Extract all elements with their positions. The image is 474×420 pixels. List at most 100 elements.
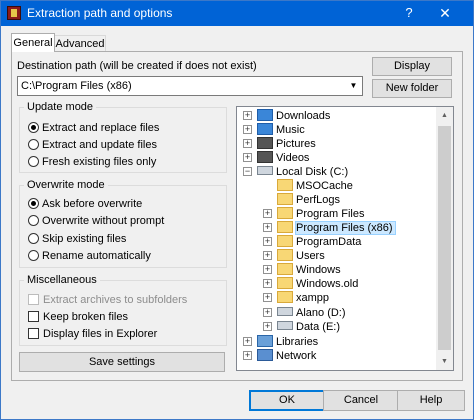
update-mode-title: Update mode bbox=[24, 101, 97, 114]
update-mode-group: Update mode Extract and replace files Ex… bbox=[19, 101, 227, 173]
cancel-button[interactable]: Cancel bbox=[323, 390, 399, 411]
expand-icon[interactable]: + bbox=[263, 223, 272, 232]
tree-item-program-files-x86[interactable]: + Program Files (x86) bbox=[263, 221, 396, 235]
tree-item-xampp[interactable]: + xampp bbox=[263, 291, 329, 305]
radio-overwrite-without-prompt[interactable]: Overwrite without prompt bbox=[28, 213, 164, 229]
help-button[interactable]: Help bbox=[397, 390, 465, 411]
expand-icon[interactable]: + bbox=[263, 322, 272, 331]
tab-advanced[interactable]: Advanced bbox=[54, 35, 106, 51]
tree-item-users[interactable]: + Users bbox=[263, 249, 325, 263]
scroll-down-icon[interactable]: ▼ bbox=[436, 353, 453, 370]
tree-item-local-disk-c[interactable]: − Local Disk (C:) bbox=[243, 165, 348, 179]
radio-extract-and-replace[interactable]: Extract and replace files bbox=[28, 120, 159, 136]
destination-path-label: Destination path (will be created if doe… bbox=[17, 60, 257, 72]
folder-icon bbox=[277, 249, 293, 261]
scrollbar-thumb[interactable] bbox=[438, 126, 451, 350]
tree-item-music[interactable]: + Music bbox=[243, 123, 305, 137]
expand-icon[interactable]: + bbox=[263, 279, 272, 288]
tree-scrollbar[interactable]: ▲ ▼ bbox=[436, 107, 453, 370]
radio-icon[interactable] bbox=[28, 215, 39, 226]
expand-icon[interactable]: + bbox=[263, 237, 272, 246]
checkbox-icon[interactable] bbox=[28, 294, 39, 305]
folder-icon bbox=[277, 193, 293, 205]
tree-item-pictures[interactable]: + Pictures bbox=[243, 137, 316, 151]
expand-icon[interactable]: + bbox=[263, 209, 272, 218]
radio-icon[interactable] bbox=[28, 233, 39, 244]
expand-icon[interactable]: + bbox=[243, 153, 252, 162]
drive-icon bbox=[277, 321, 293, 330]
radio-skip-existing[interactable]: Skip existing files bbox=[28, 231, 126, 247]
help-title-button[interactable]: ? bbox=[397, 3, 421, 23]
checkbox-display-in-explorer[interactable]: Display files in Explorer bbox=[28, 326, 157, 342]
expand-icon[interactable]: + bbox=[243, 337, 252, 346]
tree-item-libraries[interactable]: + Libraries bbox=[243, 335, 318, 349]
network-icon bbox=[257, 349, 273, 361]
destination-path-value[interactable]: C:\Program Files (x86) bbox=[21, 80, 132, 92]
drive-icon bbox=[257, 166, 273, 175]
winrar-app-icon bbox=[7, 6, 21, 20]
selected-tree-label: Program Files (x86) bbox=[295, 221, 396, 235]
tree-item-windows[interactable]: + Windows bbox=[263, 263, 341, 277]
radio-icon[interactable] bbox=[28, 250, 39, 261]
tab-general[interactable]: General bbox=[11, 33, 55, 52]
tree-item-network[interactable]: + Network bbox=[243, 349, 316, 363]
checkbox-icon[interactable] bbox=[28, 328, 39, 339]
radio-fresh-existing[interactable]: Fresh existing files only bbox=[28, 154, 156, 170]
expand-icon[interactable]: + bbox=[243, 111, 252, 120]
expand-icon[interactable]: + bbox=[243, 139, 252, 148]
new-folder-button[interactable]: New folder bbox=[372, 79, 452, 98]
display-button[interactable]: Display bbox=[372, 57, 452, 76]
window-title: Extraction path and options bbox=[27, 6, 173, 20]
collapse-icon[interactable]: − bbox=[243, 167, 252, 176]
checkbox-icon[interactable] bbox=[28, 311, 39, 322]
radio-ask-before-overwrite[interactable]: Ask before overwrite bbox=[28, 196, 142, 212]
tree-item-videos[interactable]: + Videos bbox=[243, 151, 309, 165]
chevron-down-icon[interactable]: ▼ bbox=[345, 77, 362, 95]
title-bar: Extraction path and options ? ✕ bbox=[1, 1, 473, 26]
tree-item-windows-old[interactable]: + Windows.old bbox=[263, 277, 358, 291]
expand-icon[interactable]: + bbox=[263, 265, 272, 274]
folder-icon bbox=[277, 235, 293, 247]
radio-rename-automatically[interactable]: Rename automatically bbox=[28, 248, 151, 264]
radio-extract-and-update[interactable]: Extract and update files bbox=[28, 137, 157, 153]
music-folder-icon bbox=[257, 123, 273, 135]
expand-icon[interactable]: + bbox=[263, 251, 272, 260]
miscellaneous-group: Miscellaneous Extract archives to subfol… bbox=[19, 274, 227, 346]
radio-selected-icon[interactable] bbox=[28, 198, 39, 209]
folder-icon bbox=[277, 263, 293, 275]
overwrite-mode-group: Overwrite mode Ask before overwrite Over… bbox=[19, 179, 227, 268]
expand-icon[interactable]: + bbox=[263, 293, 272, 302]
expand-icon[interactable]: + bbox=[263, 308, 272, 317]
tree-item-programdata[interactable]: + ProgramData bbox=[263, 235, 361, 249]
overwrite-mode-title: Overwrite mode bbox=[24, 179, 108, 192]
libraries-icon bbox=[257, 335, 273, 347]
radio-icon[interactable] bbox=[28, 156, 39, 167]
tree-item-downloads[interactable]: + Downloads bbox=[243, 109, 330, 123]
checkbox-keep-broken-files[interactable]: Keep broken files bbox=[28, 309, 128, 325]
checkbox-extract-to-subfolders[interactable]: Extract archives to subfolders bbox=[28, 292, 187, 308]
tree-item-program-files[interactable]: + Program Files bbox=[263, 207, 364, 221]
expand-icon[interactable]: + bbox=[243, 351, 252, 360]
radio-icon[interactable] bbox=[28, 139, 39, 150]
folder-tree[interactable]: + Downloads + Music + Pictures + Videos − Loc… bbox=[236, 106, 454, 371]
tree-item-perflogs[interactable]: PerfLogs bbox=[277, 193, 340, 207]
folder-icon bbox=[277, 291, 293, 303]
destination-path-combobox[interactable]: C:\Program Files (x86) ▼ bbox=[17, 76, 363, 96]
folder-icon bbox=[277, 277, 293, 289]
tree-item-data-e[interactable]: + Data (E:) bbox=[263, 320, 340, 334]
download-folder-icon bbox=[257, 109, 273, 121]
folder-icon bbox=[277, 179, 293, 191]
pictures-folder-icon bbox=[257, 137, 273, 149]
scroll-up-icon[interactable]: ▲ bbox=[436, 107, 453, 124]
tree-item-alano-d[interactable]: + Alano (D:) bbox=[263, 306, 346, 320]
ok-button[interactable]: OK bbox=[249, 390, 325, 411]
tree-item-msocache[interactable]: MSOCache bbox=[277, 179, 353, 193]
save-settings-button[interactable]: Save settings bbox=[19, 352, 225, 372]
miscellaneous-title: Miscellaneous bbox=[24, 274, 100, 287]
radio-selected-icon[interactable] bbox=[28, 122, 39, 133]
expand-icon[interactable]: + bbox=[243, 125, 252, 134]
folder-icon bbox=[277, 221, 293, 233]
videos-folder-icon bbox=[257, 151, 273, 163]
folder-icon bbox=[277, 207, 293, 219]
close-icon[interactable]: ✕ bbox=[433, 3, 457, 23]
